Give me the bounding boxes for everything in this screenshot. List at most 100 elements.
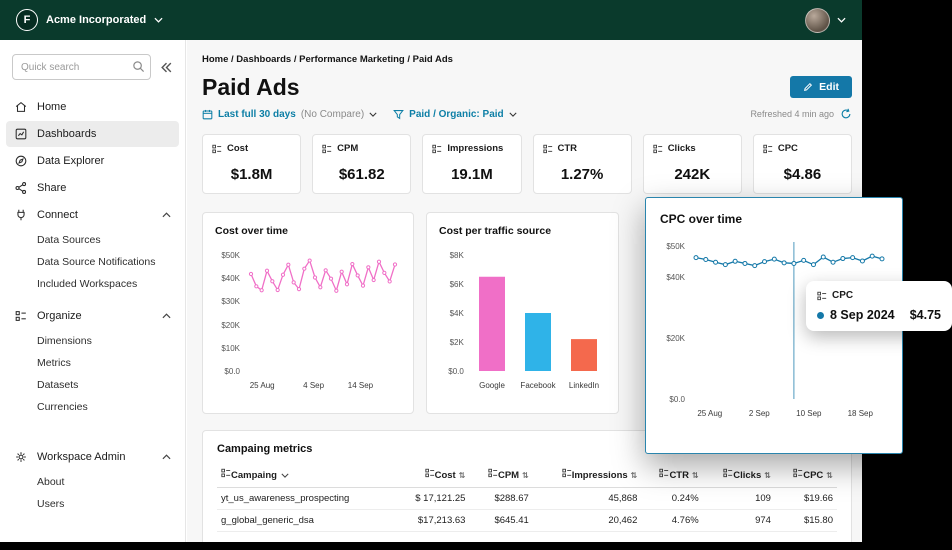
y-tick-label: $20K <box>221 320 240 330</box>
edit-button[interactable]: Edit <box>790 76 852 98</box>
sidebar-item-dimensions[interactable]: Dimensions <box>0 330 185 352</box>
sidebar-item-about[interactable]: About <box>0 471 185 493</box>
table-cell: yt_us_awareness_prospecting <box>217 487 394 510</box>
sidebar-item-datasets[interactable]: Datasets <box>0 374 185 396</box>
table-cell: 45,868 <box>532 487 642 510</box>
column-header-clicks[interactable]: Clicks ⇅ <box>702 464 775 488</box>
column-header-cpc[interactable]: CPC ⇅ <box>774 464 837 488</box>
sidebar-item-home[interactable]: Home <box>6 94 179 120</box>
x-axis: 25 Aug 2 Sep 10 Sep 18 Sep <box>690 409 888 421</box>
kpi-value: 19.1M <box>451 166 493 183</box>
metric-icon <box>212 144 222 153</box>
metric-icon <box>221 468 231 478</box>
collapse-sidebar-icon[interactable] <box>160 61 173 74</box>
y-tick-label: $0.0 <box>669 395 685 404</box>
search-input[interactable] <box>12 54 151 80</box>
sort-icon[interactable]: ⇅ <box>764 471 771 480</box>
breadcrumb[interactable]: Home / Dashboards / Performance Marketin… <box>202 54 852 65</box>
x-tick-label: 4 Sep <box>303 381 325 390</box>
table-cell: 109 <box>702 487 775 510</box>
column-header-campaing[interactable]: Campaing <box>217 464 394 488</box>
tooltip-metric: CPC <box>832 290 854 301</box>
y-axis: $50K $40K $20K $0.0 <box>660 240 690 405</box>
x-tick-label: 25 Aug <box>697 409 723 418</box>
x-axis: 25 Aug 4 Sep 14 Sep <box>245 381 401 393</box>
tooltip-value: $4.75 <box>909 308 941 322</box>
table-cell: $645.41 <box>469 509 533 532</box>
x-tick-label: Google <box>479 381 505 390</box>
sidebar-item-dashboards[interactable]: Dashboards <box>6 121 179 147</box>
x-tick-label: 18 Sep <box>847 409 873 418</box>
sort-icon[interactable]: ⇅ <box>631 471 638 480</box>
table-header-row: Campaing Cost ⇅ CPM ⇅ Impressions ⇅ CTR ⇅ Clicks ⇅… <box>217 464 837 488</box>
x-tick-label: LinkedIn <box>568 381 600 390</box>
x-tick-label: 10 Sep <box>796 409 822 418</box>
table-cell: 974 <box>702 509 775 532</box>
metric-icon <box>432 144 442 153</box>
sort-icon[interactable]: ⇅ <box>522 471 529 480</box>
table-row[interactable]: yt_us_awareness_prospecting $ 17,121.25 $2… <box>217 487 837 510</box>
y-axis: $50K $40K $30K $20K $10K $0.0 <box>215 249 245 377</box>
chevron-up-icon <box>162 454 171 460</box>
sidebar: Home Dashboards Data Explorer Share Conn… <box>0 40 186 542</box>
kpi-value: $61.82 <box>338 166 385 183</box>
line-chart-canvas[interactable] <box>245 249 401 377</box>
sidebar-section-organize[interactable]: Organize <box>6 303 179 329</box>
chart-tooltip: CPC 8 Sep 2024 $4.75 <box>806 281 952 331</box>
sidebar-item-share[interactable]: Share <box>6 175 179 201</box>
sidebar-item-users[interactable]: Users <box>0 493 185 515</box>
y-tick-label: $50K <box>221 251 240 260</box>
y-tick-label: $50K <box>666 242 685 251</box>
avatar[interactable] <box>805 7 830 33</box>
sidebar-section-workspace-admin[interactable]: Workspace Admin <box>6 444 179 470</box>
sort-icon[interactable]: ⇅ <box>459 471 466 480</box>
chart-title: Cost per traffic source <box>439 225 552 237</box>
column-header-ctr[interactable]: CTR ⇅ <box>641 464 703 488</box>
metric-icon <box>542 144 552 153</box>
sidebar-item-data-explorer[interactable]: Data Explorer <box>6 148 179 174</box>
y-tick-label: $40K <box>666 272 685 282</box>
bar-google[interactable] <box>478 276 505 371</box>
table-cell: $17,213.63 <box>393 509 470 532</box>
column-header-cost[interactable]: Cost ⇅ <box>393 464 470 488</box>
org-selector[interactable]: F Acme Incorporated <box>16 9 163 31</box>
bar-linkedin[interactable] <box>570 339 597 371</box>
metric-icon <box>562 468 571 478</box>
user-menu[interactable] <box>805 7 846 33</box>
table-body: yt_us_awareness_prospecting $ 17,121.25 $2… <box>217 487 837 532</box>
chevron-up-icon <box>162 313 171 319</box>
kpi-card-impressions: Impressions 19.1M <box>422 134 522 194</box>
x-tick-label: 2 Sep <box>748 409 770 418</box>
y-tick-label: $0.0 <box>224 367 240 376</box>
column-header-impressions[interactable]: Impressions ⇅ <box>532 464 642 488</box>
sidebar-item-data-sources[interactable]: Data Sources <box>0 229 185 251</box>
sidebar-item-data-source-notifications[interactable]: Data Source Notifications <box>0 251 185 273</box>
table-cell: 4.76% <box>641 509 703 532</box>
sidebar-item-included-workspaces[interactable]: Included Workspaces <box>0 273 185 295</box>
y-tick-label: $30K <box>221 297 240 307</box>
sort-icon[interactable]: ⇅ <box>826 471 833 480</box>
bar-chart-canvas[interactable] <box>469 249 606 377</box>
sidebar-section-connect[interactable]: Connect <box>6 202 179 228</box>
y-tick-label: $2K <box>449 338 464 347</box>
table-row[interactable]: g_global_generic_dsa $17,213.63 $645.41 20,… <box>217 509 837 532</box>
dashboard-icon <box>15 128 27 140</box>
cost-per-traffic-source-chart: Cost per traffic source $8K $6K $4K $2K $0.0… <box>426 212 619 414</box>
sidebar-item-currencies[interactable]: Currencies <box>0 396 185 418</box>
kpi-value: 1.27% <box>560 166 604 183</box>
sort-icon[interactable]: ⇅ <box>692 471 699 480</box>
sidebar-item-metrics[interactable]: Metrics <box>0 352 185 374</box>
chevron-down-icon <box>837 17 846 23</box>
refresh-icon[interactable] <box>840 108 852 120</box>
metric-icon <box>322 144 332 153</box>
kpi-value: $1.8M <box>230 166 273 183</box>
date-range-filter[interactable]: Last full 30 days (No Compare) <box>202 109 377 120</box>
chevron-up-icon <box>162 212 171 218</box>
bar-facebook[interactable] <box>524 313 551 371</box>
y-tick-label: $4K <box>449 309 464 318</box>
segment-filter[interactable]: Paid / Organic: Paid <box>393 109 517 120</box>
column-header-cpm[interactable]: CPM ⇅ <box>469 464 533 488</box>
compass-icon <box>15 155 27 167</box>
tooltip-date: 8 Sep 2024 <box>830 308 895 322</box>
kpi-card-cost: Cost $1.8M <box>202 134 302 194</box>
